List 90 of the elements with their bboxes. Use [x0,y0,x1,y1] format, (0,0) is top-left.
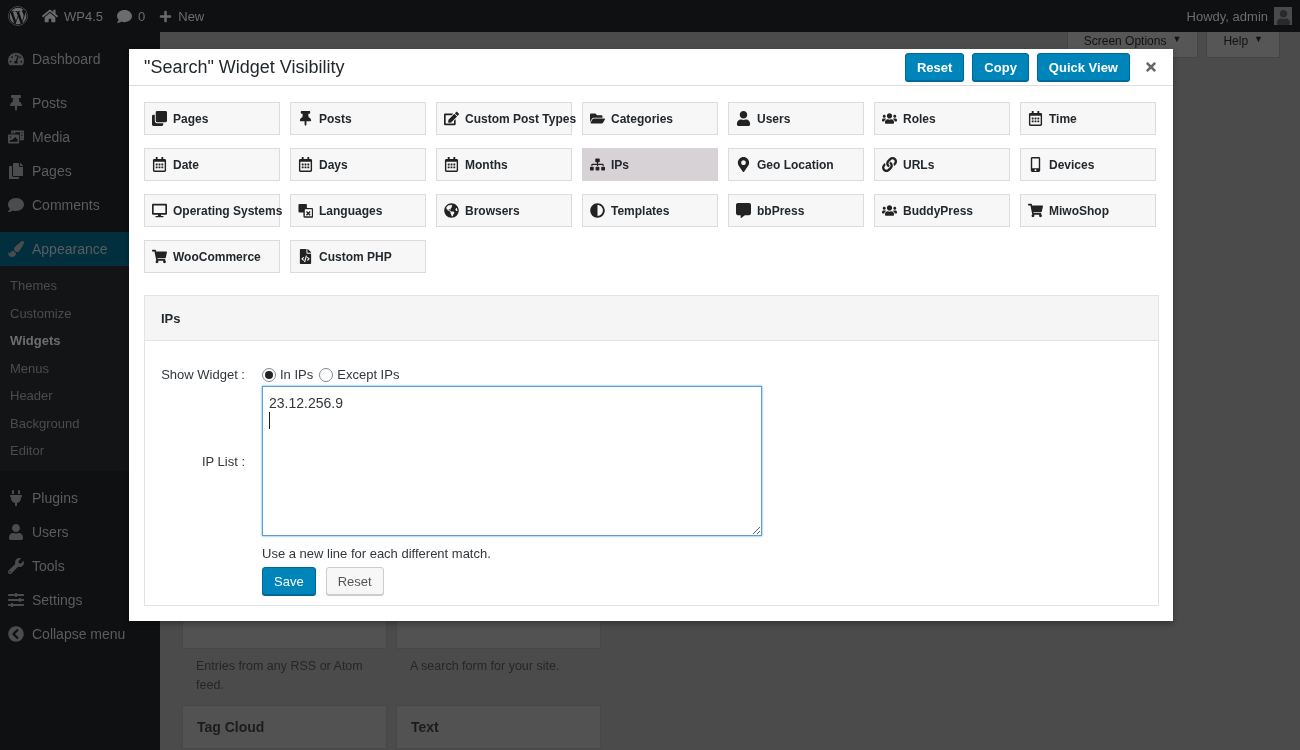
brush-icon [8,241,24,257]
calendar-icon [298,157,313,172]
condition-button[interactable]: Date [144,148,280,181]
panel-title: IPs [161,310,181,326]
condition-button[interactable]: Users [728,102,864,135]
text-cursor [269,412,270,429]
field-label: Show Widget : [160,367,245,382]
pin-icon [8,95,24,111]
dashboard-icon [8,51,24,67]
condition-button[interactable]: Browsers [436,194,572,227]
header-button[interactable]: Reset [904,53,965,81]
reset-button[interactable]: Reset [325,567,384,595]
monitor-icon [152,203,167,218]
radio-button[interactable] [262,367,276,382]
condition-button[interactable]: IPs [582,148,718,181]
condition-button[interactable]: Geo Location [728,148,864,181]
pages-icon [152,111,167,126]
condition-button[interactable]: MiwoShop [1020,194,1156,227]
calendar-icon [152,157,167,172]
condition-button[interactable]: Posts [290,102,426,135]
overlapping-squares-icon [298,203,313,218]
group-icon [882,111,897,126]
speech-bubble-icon [736,203,751,218]
menu-item[interactable]: Plugins [0,480,160,515]
wrench-icon [8,557,24,574]
pin-icon [298,111,313,126]
user-icon [8,523,24,540]
condition-button[interactable]: Custom PHP [290,240,426,273]
field-label: IP List : [200,453,245,469]
cart-icon [1028,203,1043,218]
wordpress-logo-icon[interactable] [8,6,28,26]
condition-button[interactable]: Devices [1020,148,1156,181]
home-icon[interactable] [42,8,58,24]
condition-button[interactable]: Categories [582,102,718,135]
condition-button[interactable]: Months [436,148,572,181]
folder-icon [590,111,605,126]
menu-item[interactable]: Settings [0,582,160,617]
close-icon[interactable] [1144,60,1158,74]
comment-icon [8,197,24,213]
condition-button[interactable]: WooCommerce [144,240,280,273]
comment-count[interactable]: 0 [138,8,146,24]
sliders-icon [8,591,24,608]
save-button[interactable]: Save [262,567,316,595]
condition-button[interactable]: bbPress [728,194,864,227]
calendar-icon [444,157,459,172]
link-icon [882,157,897,172]
condition-button[interactable]: Days [290,148,426,181]
dialog-title: "Search" Widget Visibility [144,56,346,78]
collapse-icon [8,625,24,642]
new-link[interactable]: New [178,8,205,24]
tab-label: Help [1223,34,1249,48]
condition-button[interactable]: Time [1020,102,1156,135]
menu-item[interactable]: Tools [0,548,160,583]
map-pin-icon [736,157,751,172]
menu-item[interactable]: Users [0,514,160,549]
header-button[interactable]: Copy [972,53,1029,81]
condition-button[interactable]: Roles [874,102,1010,135]
group-icon [882,203,897,218]
globe-icon [444,203,459,218]
condition-button[interactable]: URLs [874,148,1010,181]
greeting-link[interactable]: Howdy, admin [1186,8,1268,24]
screen-tab[interactable]: Help ▼ [1206,32,1280,58]
help-text: Use a new line for each different match. [262,546,492,561]
sitemap-icon [590,157,605,172]
condition-button[interactable]: Operating Systems [144,194,280,227]
plug-icon [8,489,24,506]
pages-icon [8,163,24,179]
ip-list-field[interactable]: 23.12.256.9 [262,386,762,536]
media-icon [8,129,24,145]
calendar-icon [1028,111,1043,126]
plus-icon[interactable] [159,9,173,23]
condition-button[interactable]: Languages [290,194,426,227]
code-file-icon [298,249,313,264]
site-name-link[interactable]: WP4.5 [64,8,103,24]
comment-icon[interactable] [117,8,132,24]
tab-label: Screen Options [1083,34,1167,48]
phone-icon [1028,157,1043,172]
condition-button[interactable]: Templates [582,194,718,227]
user-icon [736,111,751,126]
radio-label: Except IPs [337,367,400,382]
cart-icon [152,249,167,264]
radio-label: In IPs [280,367,314,382]
caret-icon: ▼ [1254,34,1263,44]
menu-item[interactable]: Collapse menu [0,616,160,651]
condition-button[interactable]: BuddyPress [874,194,1010,227]
radio-button[interactable] [319,367,334,382]
condition-button[interactable]: Pages [144,102,280,135]
header-button[interactable]: Quick View [1036,53,1130,81]
edit-icon [444,111,459,126]
caret-icon: ▼ [1172,34,1182,44]
